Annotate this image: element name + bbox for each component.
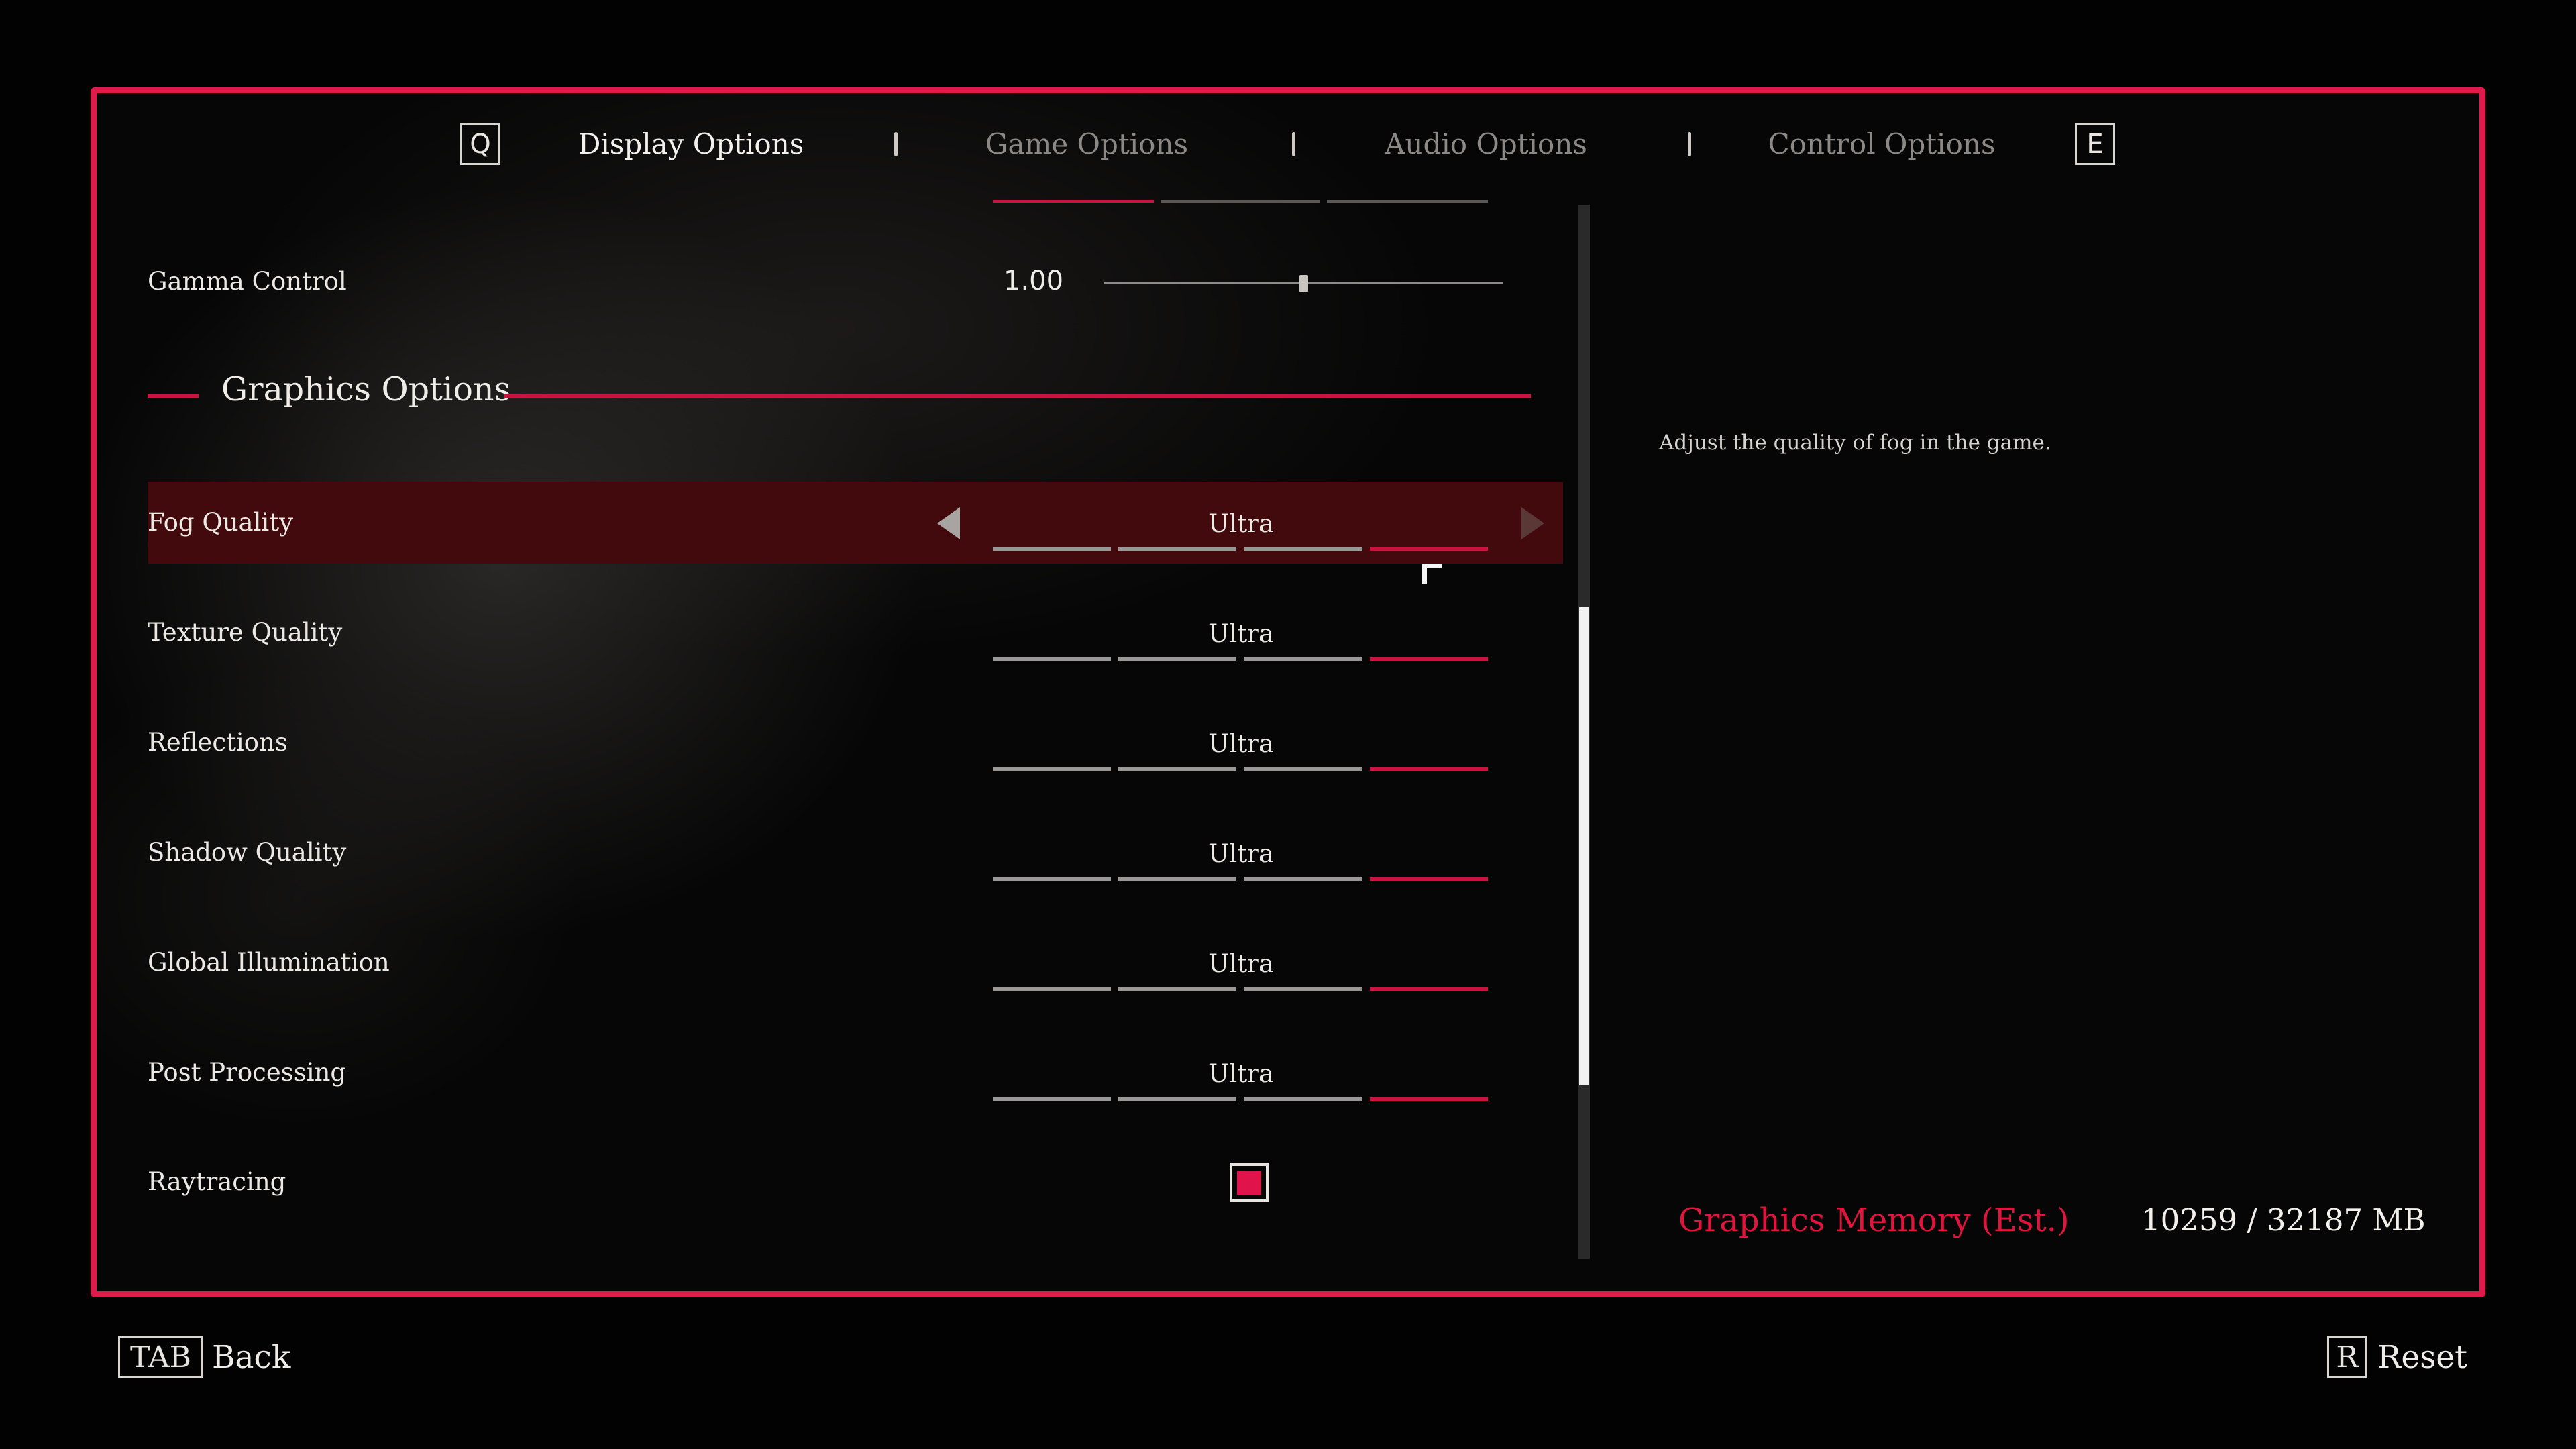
setting-level-segment[interactable]	[1118, 1097, 1236, 1101]
setting-level-segment[interactable]	[1370, 547, 1488, 551]
section-rule-right	[504, 394, 1531, 398]
setting-value: Ultra	[1208, 839, 1274, 868]
option-level-segment	[1161, 200, 1320, 203]
setting-level-segment[interactable]	[993, 987, 1111, 991]
graphics-memory-value: 10259 / 32187 MB	[2141, 1202, 2426, 1238]
option-level-segment	[993, 200, 1154, 203]
section-rule-left	[148, 394, 199, 398]
section-title: Graphics Options	[221, 370, 511, 409]
setting-level-segment[interactable]	[1118, 767, 1236, 771]
back-key[interactable]: TAB	[118, 1336, 203, 1378]
setting-value: Ultra	[1208, 619, 1274, 648]
tab-game-options[interactable]: Game Options	[959, 121, 1214, 168]
setting-label: Post Processing	[148, 1058, 347, 1087]
tab-control-options[interactable]: Control Options	[1751, 121, 2012, 168]
setting-level-segment[interactable]	[1118, 877, 1236, 881]
reset-key[interactable]: R	[2327, 1336, 2367, 1378]
setting-value: Ultra	[1208, 949, 1274, 978]
setting-label: Global Illumination	[148, 948, 390, 977]
setting-level-segment[interactable]	[993, 1097, 1111, 1101]
prev-tab-key[interactable]: Q	[460, 123, 500, 165]
reset-label[interactable]: Reset	[2377, 1339, 2467, 1376]
mouse-cursor-icon	[1422, 564, 1442, 584]
setting-level-segment[interactable]	[1244, 987, 1362, 991]
setting-value: Ultra	[1208, 509, 1274, 538]
setting-label: Shadow Quality	[148, 838, 347, 867]
option-level-segment	[1327, 200, 1488, 203]
back-label[interactable]: Back	[212, 1339, 290, 1376]
setting-label: Fog Quality	[148, 508, 294, 537]
setting-level-segment[interactable]	[993, 657, 1111, 661]
setting-level-segment[interactable]	[1244, 877, 1362, 881]
tab-separator	[1292, 132, 1295, 156]
tab-separator	[894, 132, 898, 156]
setting-level-segment[interactable]	[1118, 657, 1236, 661]
setting-level-segment[interactable]	[1244, 767, 1362, 771]
setting-level-segment[interactable]	[1118, 987, 1236, 991]
setting-level-segment[interactable]	[1244, 547, 1362, 551]
setting-label: Texture Quality	[148, 618, 343, 647]
raytracing-label: Raytracing	[148, 1167, 286, 1196]
setting-level-segment[interactable]	[993, 877, 1111, 881]
previous-arrow-icon[interactable]	[937, 507, 960, 539]
checkbox-check-mark	[1237, 1171, 1261, 1195]
setting-level-segment[interactable]	[1370, 767, 1488, 771]
setting-level-segment[interactable]	[993, 767, 1111, 771]
tab-display-options[interactable]: Display Options	[564, 121, 818, 168]
gamma-value: 1.00	[1004, 266, 1064, 297]
setting-value: Ultra	[1208, 729, 1274, 758]
raytracing-checkbox[interactable]	[1230, 1163, 1269, 1202]
setting-label: Reflections	[148, 728, 288, 757]
next-tab-key[interactable]: E	[2075, 123, 2115, 165]
setting-level-segment[interactable]	[1370, 657, 1488, 661]
setting-level-segment[interactable]	[1118, 547, 1236, 551]
next-arrow-icon[interactable]	[1521, 507, 1544, 539]
setting-level-segment[interactable]	[1370, 1097, 1488, 1101]
gamma-label: Gamma Control	[148, 267, 347, 296]
option-description: Adjust the quality of fog in the game.	[1659, 431, 2051, 455]
setting-level-segment[interactable]	[1244, 657, 1362, 661]
tab-separator	[1688, 132, 1691, 156]
gamma-slider-handle[interactable]	[1299, 275, 1308, 292]
gamma-slider[interactable]	[1104, 268, 1503, 299]
setting-level-segment[interactable]	[1244, 1097, 1362, 1101]
setting-level-segment[interactable]	[1370, 987, 1488, 991]
setting-value: Ultra	[1208, 1059, 1274, 1088]
setting-level-segment[interactable]	[1370, 877, 1488, 881]
scrollbar-thumb[interactable]	[1579, 607, 1589, 1085]
setting-level-segment[interactable]	[993, 547, 1111, 551]
graphics-memory-label: Graphics Memory (Est.)	[1678, 1201, 2070, 1239]
tab-audio-options[interactable]: Audio Options	[1358, 121, 1613, 168]
